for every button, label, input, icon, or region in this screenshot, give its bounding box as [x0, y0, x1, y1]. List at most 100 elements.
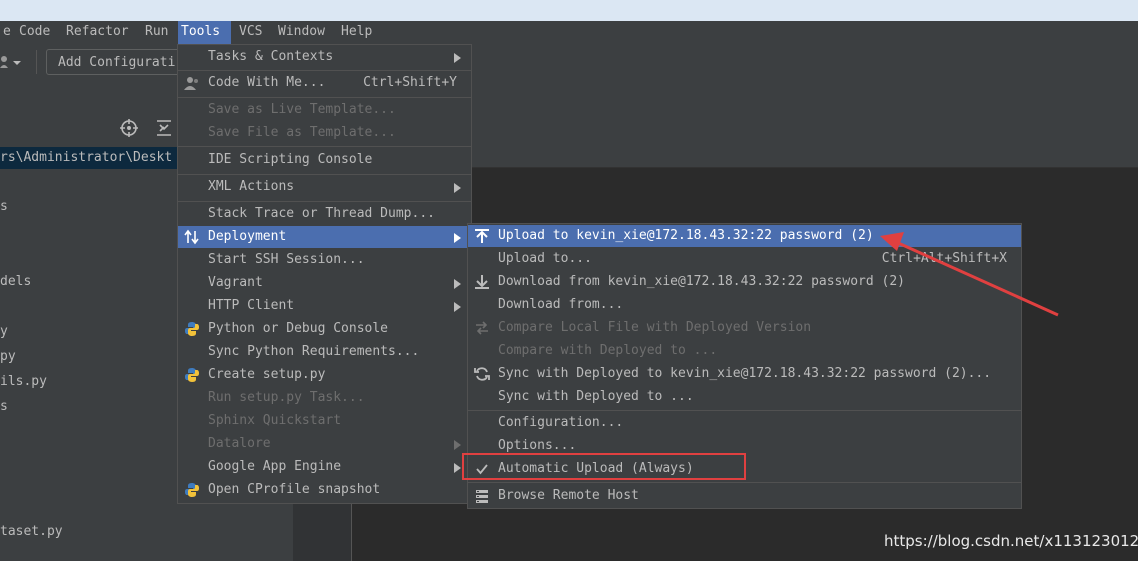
menu-item-google-app-engine[interactable]: Google App Engine: [178, 456, 471, 478]
menu-item-browse-remote-host[interactable]: Browse Remote Host: [468, 485, 1021, 507]
menu-item-label: Stack Trace or Thread Dump...: [208, 206, 435, 221]
menu-item-sync-python-requirements[interactable]: Sync Python Requirements...: [178, 341, 471, 363]
menu-item-code-with-me[interactable]: Code With Me... Ctrl+Shift+Y: [178, 72, 471, 94]
main-menu-bar: e Code Refactor Run Tools VCS Window Hel…: [0, 21, 1138, 44]
tools-menu: Tasks & Contexts Code With Me... Ctrl+Sh…: [177, 44, 472, 504]
menu-item-label: Google App Engine: [208, 459, 342, 474]
menu-refactor[interactable]: Refactor: [63, 21, 132, 44]
menu-item-create-setup-py[interactable]: Create setup.py: [178, 364, 471, 386]
menu-vcs[interactable]: VCS: [236, 21, 265, 44]
menu-code[interactable]: Code: [16, 21, 53, 44]
download-icon: [474, 274, 490, 290]
menu-item-label: Start SSH Session...: [208, 252, 365, 267]
tree-item[interactable]: taset.py: [0, 523, 63, 541]
menu-item-datalore[interactable]: Datalore: [178, 433, 471, 455]
menu-item-label: Vagrant: [208, 275, 263, 290]
tree-item[interactable]: py: [0, 348, 16, 366]
menu-item-label: Create setup.py: [208, 367, 326, 382]
watermark-text: https://blog.csdn.net/x1131230123: [884, 532, 1138, 550]
menu-item-sphinx-quickstart[interactable]: Sphinx Quickstart: [178, 410, 471, 432]
project-root-path[interactable]: rs\Administrator\Deskt: [0, 147, 180, 169]
menu-tools[interactable]: Tools: [178, 21, 231, 44]
menu-item-label: HTTP Client: [208, 298, 295, 313]
menu-edit[interactable]: e: [0, 21, 14, 44]
menu-separator: [178, 174, 471, 175]
menu-item-label: Browse Remote Host: [498, 488, 639, 503]
submenu-arrow-icon: [454, 440, 461, 450]
menu-item-label: Save as Live Template...: [208, 102, 396, 117]
add-configuration-button[interactable]: Add Configurati: [46, 49, 196, 75]
menu-item-save-live-template[interactable]: Save as Live Template...: [178, 99, 471, 121]
submenu-arrow-icon: [454, 279, 461, 289]
menu-item-python-console[interactable]: Python or Debug Console: [178, 318, 471, 340]
menu-item-label: Compare Local File with Deployed Version: [498, 320, 812, 335]
menu-item-label: Download from kevin_xie@172.18.43.32:22 …: [498, 274, 905, 289]
tree-item[interactable]: y: [0, 323, 8, 341]
menu-item-label: Python or Debug Console: [208, 321, 389, 336]
submenu-arrow-icon: [454, 53, 461, 63]
users-icon: [184, 75, 200, 91]
menu-item-sync-with-server[interactable]: Sync with Deployed to kevin_xie@172.18.4…: [468, 363, 1021, 385]
menu-item-label: Sync Python Requirements...: [208, 344, 420, 359]
menu-item-sync-with-deployed-to[interactable]: Sync with Deployed to ...: [468, 386, 1021, 408]
menu-item-deployment[interactable]: Deployment: [178, 226, 471, 248]
menu-item-open-cprofile[interactable]: Open CProfile snapshot: [178, 479, 471, 501]
menu-item-http-client[interactable]: HTTP Client: [178, 295, 471, 317]
upload-icon: [474, 228, 490, 244]
menu-item-label: Save File as Template...: [208, 125, 396, 140]
toolbar-divider: [36, 50, 37, 74]
menu-item-shortcut: Ctrl+Shift+Y: [363, 75, 457, 90]
menu-separator: [178, 201, 471, 202]
tree-item[interactable]: dels: [0, 273, 31, 291]
menu-item-label: Upload to kevin_xie@172.18.43.32:22 pass…: [498, 228, 874, 243]
python-icon: [184, 482, 200, 498]
window-title-bar: [0, 0, 1138, 21]
user-dropdown-icon[interactable]: [0, 54, 26, 74]
menu-item-label: Datalore: [208, 436, 271, 451]
menu-run[interactable]: Run: [142, 21, 171, 44]
menu-item-label: Sync with Deployed to kevin_xie@172.18.4…: [498, 366, 992, 381]
tree-item[interactable]: ils.py: [0, 373, 47, 391]
locate-file-icon[interactable]: [120, 119, 138, 141]
annotation-highlight-box: [462, 453, 746, 480]
menu-item-label: Sync with Deployed to ...: [498, 389, 694, 404]
python-icon: [184, 321, 200, 337]
menu-separator: [468, 410, 1021, 411]
menu-separator: [178, 97, 471, 98]
menu-item-save-file-template[interactable]: Save File as Template...: [178, 122, 471, 144]
navigation-bar: [0, 81, 1138, 112]
deployment-icon: [184, 229, 200, 245]
menu-item-label: XML Actions: [208, 179, 295, 194]
menu-item-label: IDE Scripting Console: [208, 152, 373, 167]
menu-window[interactable]: Window: [275, 21, 328, 44]
collapse-all-icon[interactable]: [155, 119, 173, 141]
menu-item-tasks-contexts[interactable]: Tasks & Contexts: [178, 46, 471, 68]
menu-separator: [178, 70, 471, 71]
menu-item-xml-actions[interactable]: XML Actions: [178, 176, 471, 198]
menu-separator: [468, 482, 1021, 483]
tree-item[interactable]: s: [0, 198, 8, 216]
tree-item[interactable]: s: [0, 398, 8, 416]
annotation-arrow-icon: [880, 232, 1059, 317]
menu-help[interactable]: Help: [338, 21, 375, 44]
submenu-arrow-icon: [454, 302, 461, 312]
menu-item-start-ssh-session[interactable]: Start SSH Session...: [178, 249, 471, 271]
menu-item-label: Upload to...: [498, 251, 592, 266]
menu-item-stack-trace[interactable]: Stack Trace or Thread Dump...: [178, 203, 471, 225]
menu-item-label: Download from...: [498, 297, 624, 312]
menu-item-run-setup-task[interactable]: Run setup.py Task...: [178, 387, 471, 409]
menu-item-configuration[interactable]: Configuration...: [468, 412, 1021, 434]
menu-item-label: Deployment: [208, 229, 287, 244]
submenu-arrow-icon: [454, 463, 461, 473]
menu-item-label: Configuration...: [498, 415, 624, 430]
sync-icon: [474, 366, 490, 382]
python-file-icon: [184, 367, 200, 383]
menu-item-label: Sphinx Quickstart: [208, 413, 342, 428]
menu-separator: [178, 146, 471, 147]
server-icon: [474, 488, 490, 504]
menu-item-label: Compare with Deployed to ...: [498, 343, 718, 358]
menu-item-label: Code With Me...: [208, 75, 326, 90]
menu-item-compare-with-deployed[interactable]: Compare with Deployed to ...: [468, 340, 1021, 362]
menu-item-ide-scripting-console[interactable]: IDE Scripting Console: [178, 149, 471, 171]
menu-item-vagrant[interactable]: Vagrant: [178, 272, 471, 294]
